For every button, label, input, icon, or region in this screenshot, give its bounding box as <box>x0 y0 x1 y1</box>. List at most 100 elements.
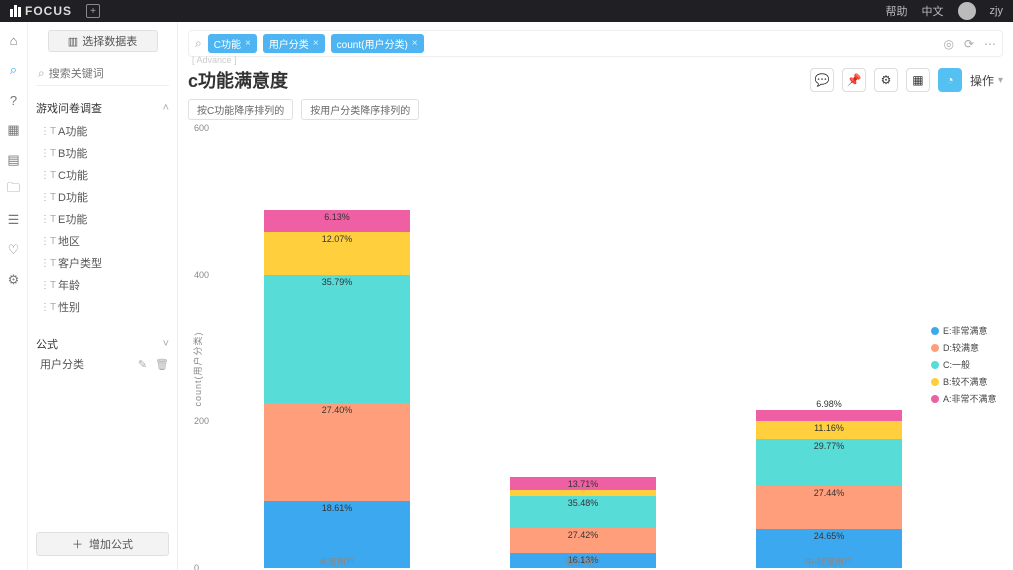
chart-area: count(用户分类) 18.61%27.40%35.79%12.07%6.13… <box>188 124 931 570</box>
bar-stack[interactable]: 24.65%27.44%29.77%11.16%6.98% <box>756 410 902 568</box>
field-label: 性别 <box>58 299 80 315</box>
select-datasource-label: 选择数据表 <box>82 33 137 49</box>
query-bar[interactable]: ⌕ C功能× 用户分类× count(用户分类)× ◎ ⟳ ⋯ <box>188 30 1003 57</box>
bar-segment[interactable]: 13.71% <box>510 477 656 489</box>
folder-icon[interactable]: 🗀 <box>6 182 22 198</box>
add-formula-label: 增加公式 <box>89 536 133 552</box>
legend-swatch <box>931 395 939 403</box>
formula-item-label: 用户分类 <box>40 356 84 372</box>
segment-label: 29.77% <box>814 441 845 451</box>
chart-view-button[interactable]: ◔ <box>938 68 962 92</box>
field-search[interactable]: ⌕ <box>36 62 169 86</box>
operations-dropdown[interactable]: 操作 ▾ <box>970 72 1003 89</box>
select-datasource-button[interactable]: ▥ 选择数据表 <box>48 30 158 52</box>
lang-switch[interactable]: 中文 <box>922 3 944 19</box>
x-category-label: 中-轻度用户 <box>756 555 902 568</box>
search-icon[interactable]: ⌕ <box>6 62 22 78</box>
field-item[interactable]: ⋮T年龄 <box>36 274 169 296</box>
segment-label: 11.16% <box>814 423 844 433</box>
edit-icon[interactable]: ✎ <box>138 358 147 371</box>
settings-button[interactable]: ⚙ <box>874 68 898 92</box>
field-item[interactable]: ⋮TE功能 <box>36 208 169 230</box>
dashboard-icon[interactable]: ▦ <box>6 122 22 138</box>
dataset-group-header[interactable]: 游戏问卷调查 ˄ <box>36 100 169 116</box>
field-type-icon: ⋮T <box>40 170 52 181</box>
legend-swatch <box>931 327 939 335</box>
close-icon[interactable]: × <box>245 38 251 49</box>
x-category-label: 潜在用户 <box>510 555 656 568</box>
help-icon[interactable]: ? <box>6 92 22 108</box>
plot-region: 18.61%27.40%35.79%12.07%6.13%16.13%27.42… <box>224 128 931 568</box>
bar-segment[interactable]: 6.13% <box>264 210 410 232</box>
table-icon[interactable]: ▤ <box>6 152 22 168</box>
field-item[interactable]: ⋮T性别 <box>36 296 169 318</box>
query-pill[interactable]: 用户分类× <box>263 34 325 53</box>
legend-item[interactable]: A:非常不满意 <box>931 392 1003 405</box>
field-item[interactable]: ⋮T 地区 <box>36 230 169 252</box>
users-icon[interactable]: ☰ <box>6 212 22 228</box>
field-item[interactable]: ⋮T C功能 <box>36 164 169 186</box>
legend-item[interactable]: C:一般 <box>931 358 1003 371</box>
help-link[interactable]: 帮助 <box>886 3 908 19</box>
field-type-icon: ⋮T <box>40 148 52 159</box>
field-label: A功能 <box>58 123 87 139</box>
field-item[interactable]: ⋮TD功能 <box>36 186 169 208</box>
bar-segment[interactable]: 27.40% <box>264 403 410 501</box>
legend-item[interactable]: D:较满意 <box>931 341 1003 354</box>
field-label: C功能 <box>58 167 88 183</box>
add-formula-button[interactable]: ＋ 增加公式 <box>36 532 169 556</box>
bar-segment[interactable]: 27.44% <box>756 486 902 529</box>
delete-icon[interactable]: 🗑 <box>155 358 169 371</box>
bar-segment[interactable]: 29.77% <box>756 439 902 486</box>
settings-icon[interactable]: ⚙ <box>6 272 22 288</box>
search-icon: ⌕ <box>195 36 202 51</box>
field-type-icon: ⋮T <box>40 192 52 203</box>
bar-segment[interactable]: 27.42% <box>510 528 656 553</box>
bar-segment[interactable]: 35.79% <box>264 275 410 403</box>
comment-button[interactable]: 💬 <box>810 68 834 92</box>
y-tick: 600 <box>194 123 209 133</box>
bar-segment[interactable]: 7.26% <box>510 490 656 497</box>
user-name: zjy <box>990 5 1003 17</box>
bar-segment[interactable]: 12.07% <box>264 232 410 275</box>
refresh-icon[interactable]: ⟳ <box>964 37 974 51</box>
avatar[interactable] <box>958 2 976 20</box>
new-tab-button[interactable]: + <box>86 4 100 18</box>
sort-chip[interactable]: 按用户分类降序排列的 <box>301 99 419 120</box>
query-pill[interactable]: count(用户分类)× <box>331 34 424 53</box>
close-icon[interactable]: × <box>412 38 418 49</box>
field-label: 地区 <box>58 233 80 249</box>
formula-item[interactable]: 用户分类 ✎ 🗑 <box>36 352 169 376</box>
table-view-button[interactable]: ▦ <box>906 68 930 92</box>
bar-segment[interactable]: 6.98% <box>756 410 902 421</box>
top-bar: FOCUS + 帮助 中文 zjy <box>0 0 1013 22</box>
close-icon[interactable]: × <box>313 38 319 49</box>
target-icon[interactable]: ◎ <box>943 37 953 51</box>
home-icon[interactable]: ⌂ <box>6 32 22 48</box>
more-icon[interactable]: ⋯ <box>984 37 996 51</box>
bar-stack[interactable]: 18.61% 27.40%35.79%12.07% 6.13% <box>264 210 410 568</box>
formula-header[interactable]: 公式 ˅ <box>36 336 169 352</box>
field-type-icon: ⋮T <box>40 214 52 225</box>
legend-item[interactable]: B:较不满意 <box>931 375 1003 388</box>
pin-button[interactable]: 📌 <box>842 68 866 92</box>
bar-segment[interactable]: 11.16% <box>756 421 902 439</box>
field-item[interactable]: ⋮T客户类型 <box>36 252 169 274</box>
database-icon: ▥ <box>68 35 78 48</box>
legend-label: E:非常满意 <box>943 324 988 337</box>
query-pill[interactable]: C功能× <box>208 34 257 53</box>
sort-chip[interactable]: 按C功能降序排列的 <box>188 99 293 120</box>
legend-label: D:较满意 <box>943 341 979 354</box>
brand[interactable]: FOCUS <box>10 4 72 18</box>
segment-label: 6.13% <box>324 212 350 222</box>
segment-label: 27.44% <box>814 488 845 498</box>
user-icon[interactable]: ♡ <box>6 242 22 258</box>
segment-label: 18.61% <box>322 503 353 513</box>
field-item[interactable]: ⋮TA功能 <box>36 120 169 142</box>
bar-segment[interactable]: 35.48% <box>510 496 656 528</box>
field-type-icon: ⋮T <box>40 236 52 247</box>
field-item[interactable]: ⋮TB功能 <box>36 142 169 164</box>
field-search-input[interactable] <box>49 68 191 80</box>
legend-item[interactable]: E:非常满意 <box>931 324 1003 337</box>
field-list: ⋮TA功能⋮TB功能⋮TC功能⋮TD功能⋮TE功能⋮T地区⋮T客户类型⋮T年龄⋮… <box>36 120 169 318</box>
